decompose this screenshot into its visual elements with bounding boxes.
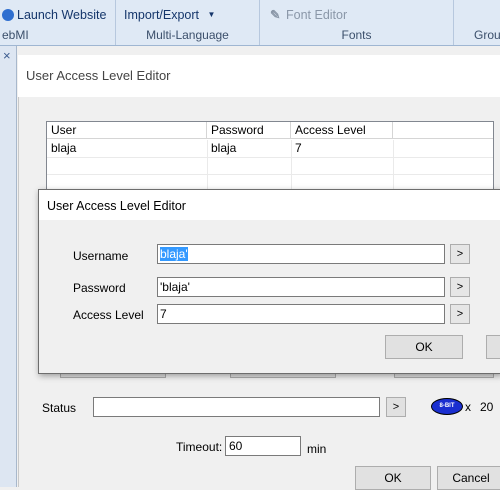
username-field[interactable]: blaja': [157, 244, 445, 264]
column-header-user[interactable]: User: [47, 122, 207, 139]
ribbon-group-multilanguage: Import/Export ▼ Multi-Language: [116, 0, 260, 45]
access-level-field[interactable]: 7: [157, 304, 445, 324]
launch-website-button[interactable]: Launch Website: [2, 6, 106, 24]
cancel-button[interactable]: Cancel: [437, 466, 500, 490]
multiplier-label: x: [465, 400, 471, 414]
timeout-unit: min: [307, 442, 327, 456]
dialog-title: User Access Level Editor: [47, 199, 186, 213]
username-more-button[interactable]: >: [450, 244, 470, 264]
8bit-badge-icon: 8-BIT: [431, 398, 463, 415]
ribbon-group-fonts: ✎ Font Editor Fonts: [260, 0, 454, 45]
globe-icon: [2, 9, 14, 21]
access-level-label: Access Level: [73, 308, 144, 322]
username-value: blaja': [160, 247, 188, 261]
column-header-empty: [393, 122, 493, 139]
username-label: Username: [73, 249, 129, 263]
ribbon-group-grou: Grou: [454, 0, 500, 45]
ribbon-group-label: ebMI: [2, 28, 29, 42]
font-editor-icon: ✎: [270, 8, 281, 22]
font-editor-button[interactable]: ✎ Font Editor: [270, 6, 347, 24]
password-label: Password: [73, 281, 126, 295]
ribbon-group-label: Fonts: [341, 28, 372, 42]
ribbon-toolbar: Launch Website ebMI Import/Export ▼ Mult…: [0, 0, 500, 46]
status-label: Status: [42, 401, 77, 415]
bg-window-title: User Access Level Editor: [26, 68, 171, 83]
timeout-input[interactable]: 60: [225, 436, 301, 456]
ribbon-group-label: Multi-Language: [146, 28, 229, 42]
password-field[interactable]: 'blaja': [157, 277, 445, 297]
ok-button[interactable]: OK: [355, 466, 431, 490]
ribbon-group-webmi: Launch Website ebMI: [0, 0, 116, 45]
multiplier-value: 20: [480, 400, 494, 414]
column-header-password[interactable]: Password: [207, 122, 291, 139]
table-cell-user[interactable]: blaja: [47, 140, 207, 157]
status-more-button[interactable]: >: [386, 397, 406, 417]
access-level-more-button[interactable]: >: [450, 304, 470, 324]
ribbon-group-label: Grou: [474, 28, 500, 42]
timeout-label: Timeout:: [176, 440, 223, 454]
table-cell-access-level[interactable]: 7: [291, 140, 393, 157]
column-header-access-level[interactable]: Access Level: [291, 122, 393, 139]
password-more-button[interactable]: >: [450, 277, 470, 297]
dialog-cancel-button-partial[interactable]: [486, 335, 500, 359]
status-field[interactable]: [93, 397, 380, 417]
dialog-ok-button[interactable]: OK: [385, 335, 463, 359]
chevron-down-icon: ▼: [207, 10, 216, 19]
grid-line: [47, 157, 493, 158]
table-cell-password[interactable]: blaja: [207, 140, 291, 157]
grid-line: [47, 174, 493, 175]
close-icon[interactable]: ×: [3, 49, 15, 62]
import-export-dropdown[interactable]: Import/Export ▼: [124, 6, 215, 24]
left-panel-strip: [0, 46, 17, 487]
